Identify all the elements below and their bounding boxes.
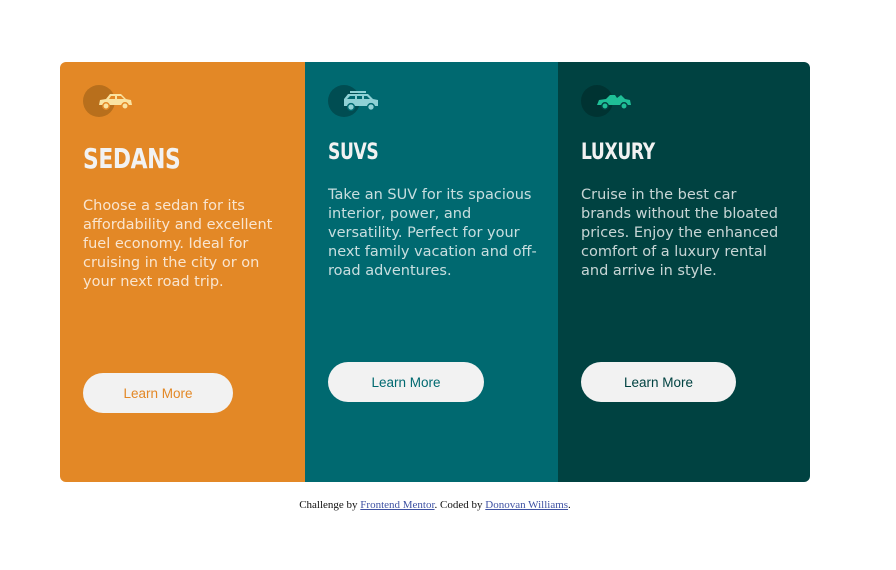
luxury-car-icon bbox=[581, 85, 637, 119]
card-description: Take an SUV for its spacious interior, p… bbox=[328, 187, 537, 279]
attribution-suffix: . bbox=[568, 499, 571, 511]
suv-car-icon bbox=[328, 85, 384, 119]
card-description: Choose a sedan for its affordability and… bbox=[83, 198, 273, 290]
attribution-prefix: Challenge by bbox=[299, 499, 361, 511]
card-title: SUVS bbox=[328, 140, 379, 165]
frontend-mentor-link[interactable]: Frontend Mentor bbox=[360, 499, 434, 511]
card-suvs: SUVS Take an SUV for its spacious interi… bbox=[305, 62, 558, 482]
learn-more-button[interactable]: Learn More bbox=[328, 362, 484, 402]
card-title: SEDANS bbox=[83, 142, 181, 175]
sedan-car-icon bbox=[83, 85, 139, 119]
cards-container: SEDANS Choose a sedan for its affordabil… bbox=[60, 62, 810, 482]
card-luxury: LUXURY Cruise in the best car brands wit… bbox=[558, 62, 810, 482]
author-link[interactable]: Donovan Williams bbox=[485, 499, 568, 511]
card-title: LUXURY bbox=[581, 140, 655, 165]
card-sedans: SEDANS Choose a sedan for its affordabil… bbox=[60, 62, 305, 482]
learn-more-button[interactable]: Learn More bbox=[83, 373, 233, 413]
learn-more-button[interactable]: Learn More bbox=[581, 362, 736, 402]
attribution: Challenge by Frontend Mentor. Coded by D… bbox=[0, 499, 870, 511]
card-description: Cruise in the best car brands without th… bbox=[581, 187, 779, 279]
attribution-middle: . Coded by bbox=[434, 499, 486, 511]
